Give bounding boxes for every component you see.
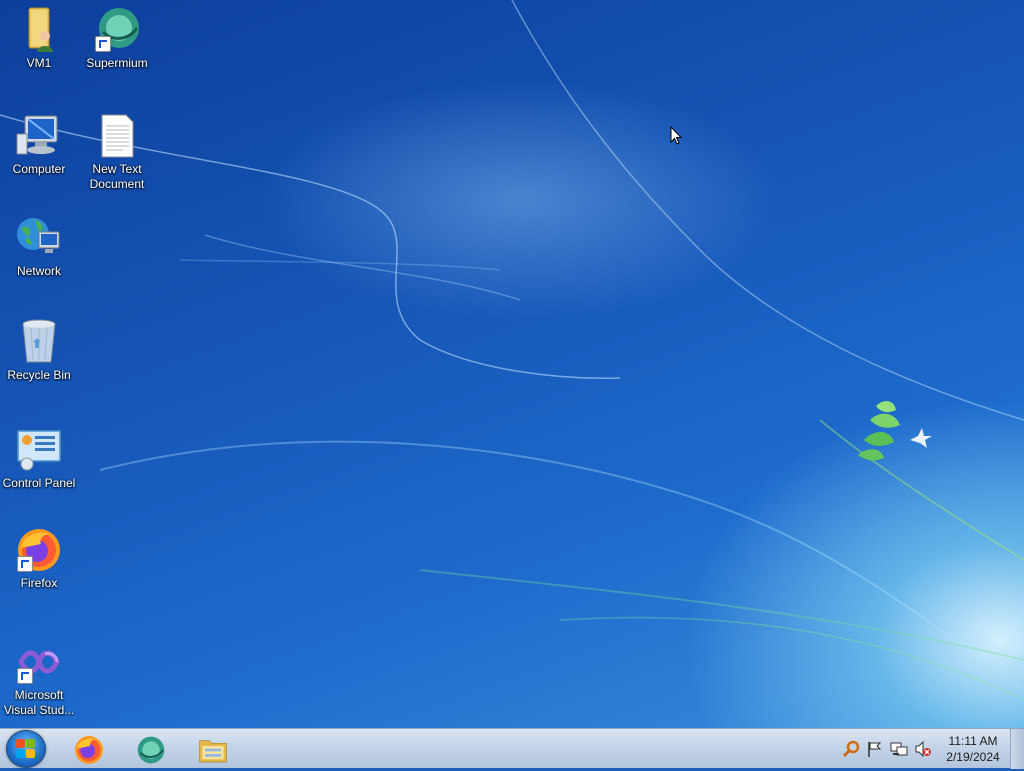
recycle-bin-icon xyxy=(15,318,63,366)
desktop-icon-firefox[interactable]: Firefox xyxy=(0,526,78,591)
supermium-icon xyxy=(135,734,167,766)
network-icon xyxy=(15,214,63,262)
desktop-icon-new-text-document[interactable]: New Text Document xyxy=(78,112,156,192)
leaf-art xyxy=(858,401,932,461)
desktop[interactable]: VM1 Supermium Computer New Text Document… xyxy=(0,0,1024,728)
show-desktop-button[interactable] xyxy=(1010,729,1024,769)
desktop-icon-visual-studio[interactable]: Microsoft Visual Stud... xyxy=(0,638,78,718)
wallpaper xyxy=(0,0,1024,701)
desktop-icon-label: VM1 xyxy=(26,56,52,70)
taskbar: 11:11 AM 2/19/2024 xyxy=(0,728,1024,769)
search-key-icon[interactable] xyxy=(842,740,860,758)
desktop-icon-label: Computer xyxy=(12,162,66,176)
shortcut-arrow-icon xyxy=(95,36,111,52)
taskbar-clock[interactable]: 11:11 AM 2/19/2024 xyxy=(940,733,1006,765)
control-panel-icon xyxy=(15,426,63,474)
taskbar-explorer-button[interactable] xyxy=(186,731,240,767)
desktop-icon-label: Network xyxy=(16,264,61,278)
clock-date: 2/19/2024 xyxy=(946,750,1000,764)
desktop-icon-label: New Text Document xyxy=(89,162,145,191)
firefox-icon xyxy=(15,526,63,574)
desktop-icon-label: Firefox xyxy=(20,576,58,590)
desktop-icon-network[interactable]: Network xyxy=(0,214,78,279)
desktop-icon-supermium[interactable]: Supermium xyxy=(78,6,156,71)
desktop-icon-label: Control Panel xyxy=(2,476,76,490)
supermium-icon xyxy=(93,6,141,54)
volume-muted-icon[interactable] xyxy=(914,740,932,758)
action-center-flag-icon[interactable] xyxy=(866,740,884,758)
desktop-icon-label: Supermium xyxy=(86,56,148,70)
desktop-icon-computer[interactable]: Computer xyxy=(0,112,78,177)
visual-studio-icon xyxy=(15,638,63,686)
desktop-icon-label: Recycle Bin xyxy=(7,368,71,382)
start-button[interactable] xyxy=(6,730,46,768)
windows-logo-icon xyxy=(16,739,36,759)
mouse-cursor-icon xyxy=(670,126,682,145)
shortcut-arrow-icon xyxy=(17,668,33,684)
taskbar-firefox-button[interactable] xyxy=(62,731,116,767)
desktop-icon-label: Microsoft Visual Stud... xyxy=(3,688,75,717)
desktop-icon-control-panel[interactable]: Control Panel xyxy=(0,426,78,491)
text-document-icon xyxy=(93,112,141,160)
clock-time: 11:11 AM xyxy=(948,734,998,748)
user-folder-icon xyxy=(15,6,63,54)
network-tray-icon[interactable] xyxy=(890,740,908,758)
desktop-icon-recycle-bin[interactable]: Recycle Bin xyxy=(0,318,78,383)
desktop-icon-vm1[interactable]: VM1 xyxy=(0,6,78,71)
taskbar-supermium-button[interactable] xyxy=(124,731,178,767)
shortcut-arrow-icon xyxy=(17,556,33,572)
computer-icon xyxy=(15,112,63,160)
firefox-icon xyxy=(73,734,105,766)
folder-icon xyxy=(197,734,229,766)
